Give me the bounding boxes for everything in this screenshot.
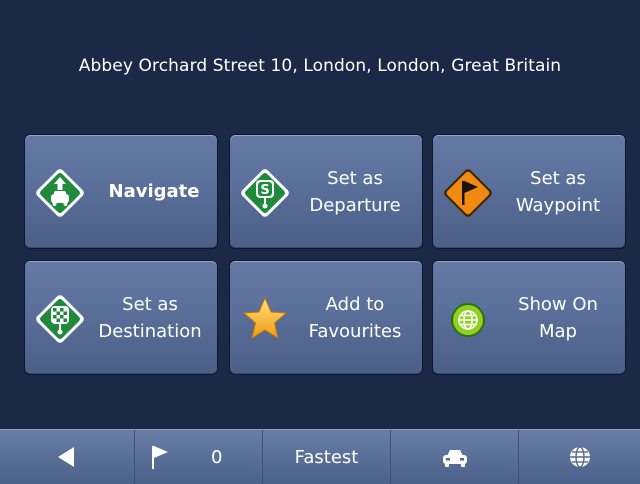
location-menu-screen: Abbey Orchard Street 10, London, London,… [0, 0, 640, 484]
navigate-button[interactable]: Navigate [24, 134, 218, 249]
show-on-map-button[interactable]: Show On Map [432, 260, 626, 375]
globe-icon [451, 303, 485, 337]
address-label: Abbey Orchard Street 10, London, London,… [78, 56, 562, 76]
set-as-waypoint-button[interactable]: Set as Waypoint [432, 134, 626, 249]
svg-text:S: S [260, 183, 269, 198]
navigate-label: Navigate [108, 181, 200, 202]
set-as-waypoint-label: Set as Waypoint [515, 167, 601, 216]
set-as-departure-button[interactable]: S Set as Departure [229, 134, 423, 249]
waypoint-flag-icon [444, 169, 492, 217]
back-button[interactable] [0, 430, 135, 484]
add-to-favourites-button[interactable]: Add to Favourites [229, 260, 423, 375]
star-icon [242, 296, 288, 340]
waypoints-button[interactable]: 0 [135, 430, 263, 484]
flag-icon [152, 446, 168, 469]
set-as-departure-label: Set as Departure [309, 167, 401, 216]
departure-icon: S [241, 169, 289, 217]
vehicle-button[interactable] [391, 430, 519, 484]
set-as-destination-button[interactable]: Set as Destination [24, 260, 218, 375]
globe-icon [569, 446, 590, 468]
back-arrow-icon [58, 447, 74, 467]
route-mode-label: Fastest [294, 446, 359, 468]
destination-checkered-icon [36, 295, 84, 343]
add-to-favourites-label: Add to Favourites [308, 293, 402, 342]
route-mode-button[interactable]: Fastest [263, 430, 391, 484]
bottom-toolbar: 0 Fastest [0, 429, 640, 484]
map-button[interactable] [519, 430, 640, 484]
set-as-destination-label: Set as Destination [98, 293, 202, 342]
waypoint-count: 0 [211, 446, 223, 468]
car-icon [442, 450, 467, 467]
show-on-map-label: Show On Map [518, 293, 598, 342]
navigate-icon [36, 169, 84, 217]
